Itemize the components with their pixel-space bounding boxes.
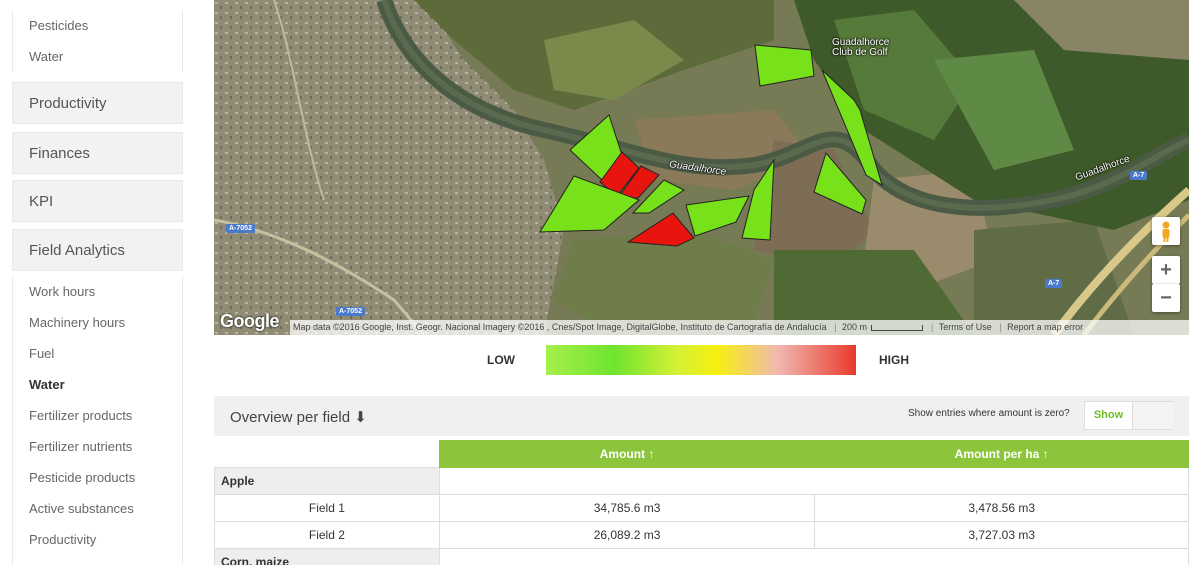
sidebar-section-finances[interactable]: Finances <box>12 132 183 174</box>
zoom-out-button[interactable]: − <box>1152 284 1180 312</box>
table-corner <box>214 440 440 468</box>
road-tag-a7052: A-7052 <box>336 307 365 316</box>
sidebar-item-fuel[interactable]: Fuel <box>13 338 182 369</box>
terms-of-use-link[interactable]: Terms of Use <box>939 322 992 332</box>
legend-gradient-bar <box>546 345 856 375</box>
sidebar-item-fertilizer-products[interactable]: Fertilizer products <box>13 400 182 431</box>
group-row: Apple <box>214 467 1190 495</box>
sidebar-item-pesticides[interactable]: Pesticides <box>13 10 182 41</box>
map-scale-label: 200 m <box>841 322 867 332</box>
field-name: Field 1 <box>214 494 440 522</box>
amount-header-sort[interactable]: Amount ↑ <box>438 440 816 468</box>
per-ha-cell: 3,727.03 m3 <box>814 521 1189 549</box>
toggle-show-label: Show <box>1085 402 1133 429</box>
sidebar-section-kpi[interactable]: KPI <box>12 180 183 222</box>
report-map-error-link[interactable]: Report a map error <box>1007 322 1083 332</box>
sidebar-item-fertilizer-nutrients[interactable]: Fertilizer nutrients <box>13 431 182 462</box>
golf-club-label: Guadalhorce Club de Golf <box>832 37 890 58</box>
table-row: Field 1 34,785.6 m3 3,478.56 m3 <box>214 494 1189 522</box>
road-tag-a7052: A-7052 <box>226 224 255 233</box>
group-row: Corn, maize <box>214 548 1190 565</box>
satellite-map[interactable]: Guadalhorce Guadalhorce Guadalhorce Club… <box>214 0 1189 335</box>
sidebar-item-active-substances[interactable]: Active substances <box>13 493 182 524</box>
overview-header: Overview per field ⬇ Show entries where … <box>214 396 1189 436</box>
google-logo: Google <box>220 311 280 331</box>
overview-per-field-toggle[interactable]: Overview per field ⬇ <box>230 408 367 426</box>
field-name: Field 2 <box>214 521 440 549</box>
zoom-in-button[interactable]: + <box>1152 256 1180 284</box>
sidebar-item-machinery-hours[interactable]: Machinery hours <box>13 307 182 338</box>
amount-cell: 34,785.6 m3 <box>438 494 816 522</box>
map-attribution-bar: Map data ©2016 Google, Inst. Geogr. Naci… <box>290 320 1189 335</box>
per-ha-cell: 3,478.56 m3 <box>814 494 1189 522</box>
map-attribution-text: Map data ©2016 Google, Inst. Geogr. Naci… <box>293 322 827 332</box>
sidebar-item-productivity[interactable]: Productivity <box>13 524 182 555</box>
show-zero-toggle[interactable]: Show <box>1084 401 1173 430</box>
sidebar-item-water[interactable]: Water <box>13 41 182 72</box>
sidebar-item-work-hours[interactable]: Work hours <box>13 276 182 307</box>
sidebar-item-pesticide-products[interactable]: Pesticide products <box>13 462 182 493</box>
group-name: Apple <box>214 467 440 495</box>
sidebar: Pesticides Water Productivity Finances K… <box>0 0 195 565</box>
show-zero-label: Show entries where amount is zero? <box>908 408 1070 419</box>
amount-cell: 26,089.2 m3 <box>438 521 816 549</box>
road-tag-a7: A-7 <box>1045 279 1063 288</box>
street-view-pegman-icon[interactable] <box>1152 217 1180 245</box>
sidebar-section-productivity[interactable]: Productivity <box>12 82 183 124</box>
table-row: Field 2 26,089.2 m3 3,727.03 m3 <box>214 521 1189 549</box>
group-name: Corn, maize <box>214 548 440 565</box>
sidebar-section-field-analytics[interactable]: Field Analytics <box>12 229 183 271</box>
amount-per-ha-header-sort[interactable]: Amount per ha ↑ <box>814 440 1189 468</box>
legend-low-label: LOW <box>487 353 515 367</box>
field-analytics-sub-list: Work hours Machinery hours Fuel Water Fe… <box>12 276 183 565</box>
toggle-off-segment <box>1133 402 1173 429</box>
legend-high-label: HIGH <box>879 353 909 367</box>
overview-table: Amount ↑ Amount per ha ↑ Apple Field 1 3… <box>214 440 1190 565</box>
road-tag-a7: A-7 <box>1130 171 1148 180</box>
map-scale-bar <box>871 324 924 331</box>
group-empty-cell <box>438 467 1190 495</box>
group-empty-cell <box>438 548 1190 565</box>
finances-sub-list: Pesticides Water <box>12 10 183 72</box>
sidebar-item-water-active[interactable]: Water <box>13 369 182 400</box>
